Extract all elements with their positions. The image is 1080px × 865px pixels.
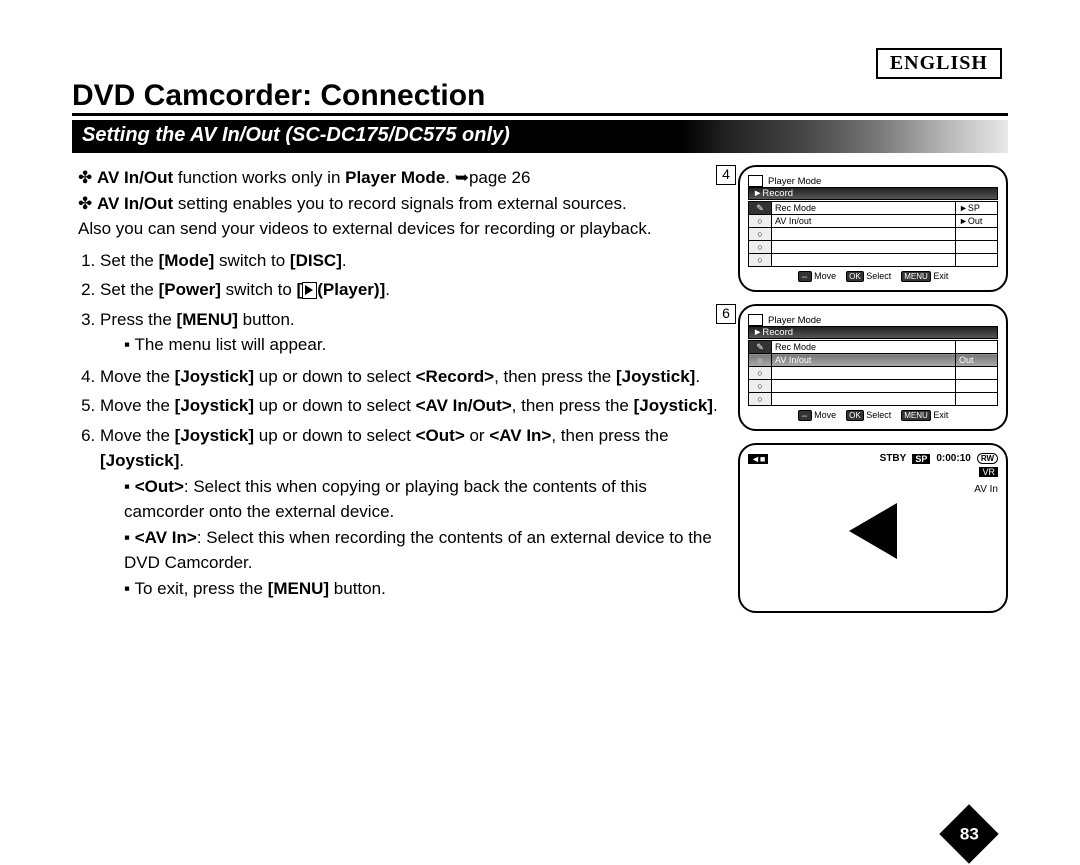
figure-label: 4 [716, 165, 736, 185]
section-heading: Setting the AV In/Out (SC-DC175/DC575 on… [72, 120, 1008, 153]
rec-icon: ◄■ [748, 454, 768, 464]
camera-icon [748, 175, 763, 187]
step-item: Move the [Joystick] up or down to select… [100, 423, 718, 602]
menu-highlight: ►Record [748, 326, 998, 339]
play-triangle-icon [849, 503, 897, 559]
step-item: Press the [MENU] button. The menu list w… [100, 307, 718, 358]
step-item: Set the [Power] switch to [(Player)]. [100, 277, 718, 303]
camera-icon [748, 314, 763, 326]
page-number-badge: 83 [939, 804, 998, 863]
play-icon [302, 282, 317, 299]
screen-figure-6: 6 Player Mode ►Record ✎Rec Mode ○AV In/o… [738, 304, 1008, 431]
substep-item: <Out>: Select this when copying or playi… [124, 474, 718, 525]
screen-figure-4: 4 Player Mode ►Record ✎Rec Mode►SP ○AV I… [738, 165, 1008, 292]
page-title: DVD Camcorder: Connection [72, 79, 1008, 116]
step-item: Move the [Joystick] up or down to select… [100, 364, 718, 390]
step-item: Move the [Joystick] up or down to select… [100, 393, 718, 419]
note-item: AV In/Out function works only in Player … [78, 165, 718, 191]
vr-badge: VR [979, 467, 998, 477]
step-item: Set the [Mode] switch to [DISC]. [100, 248, 718, 274]
instruction-column: AV In/Out function works only in Player … [72, 165, 718, 625]
substep-item: <AV In>: Select this when recording the … [124, 525, 718, 576]
figure-column: 4 Player Mode ►Record ✎Rec Mode►SP ○AV I… [738, 165, 1008, 625]
language-label: ENGLISH [876, 48, 1002, 79]
substep-item: To exit, press the [MENU] button. [124, 576, 718, 602]
screen-stby: ◄■ STBY SP 0:00:10 RW VR AV In [738, 443, 1008, 613]
avin-label: AV In [748, 484, 998, 495]
menu-highlight: ►Record [748, 187, 998, 200]
substep-item: The menu list will appear. [124, 332, 718, 358]
note-item: AV In/Out setting enables you to record … [78, 191, 718, 242]
figure-label: 6 [716, 304, 736, 324]
